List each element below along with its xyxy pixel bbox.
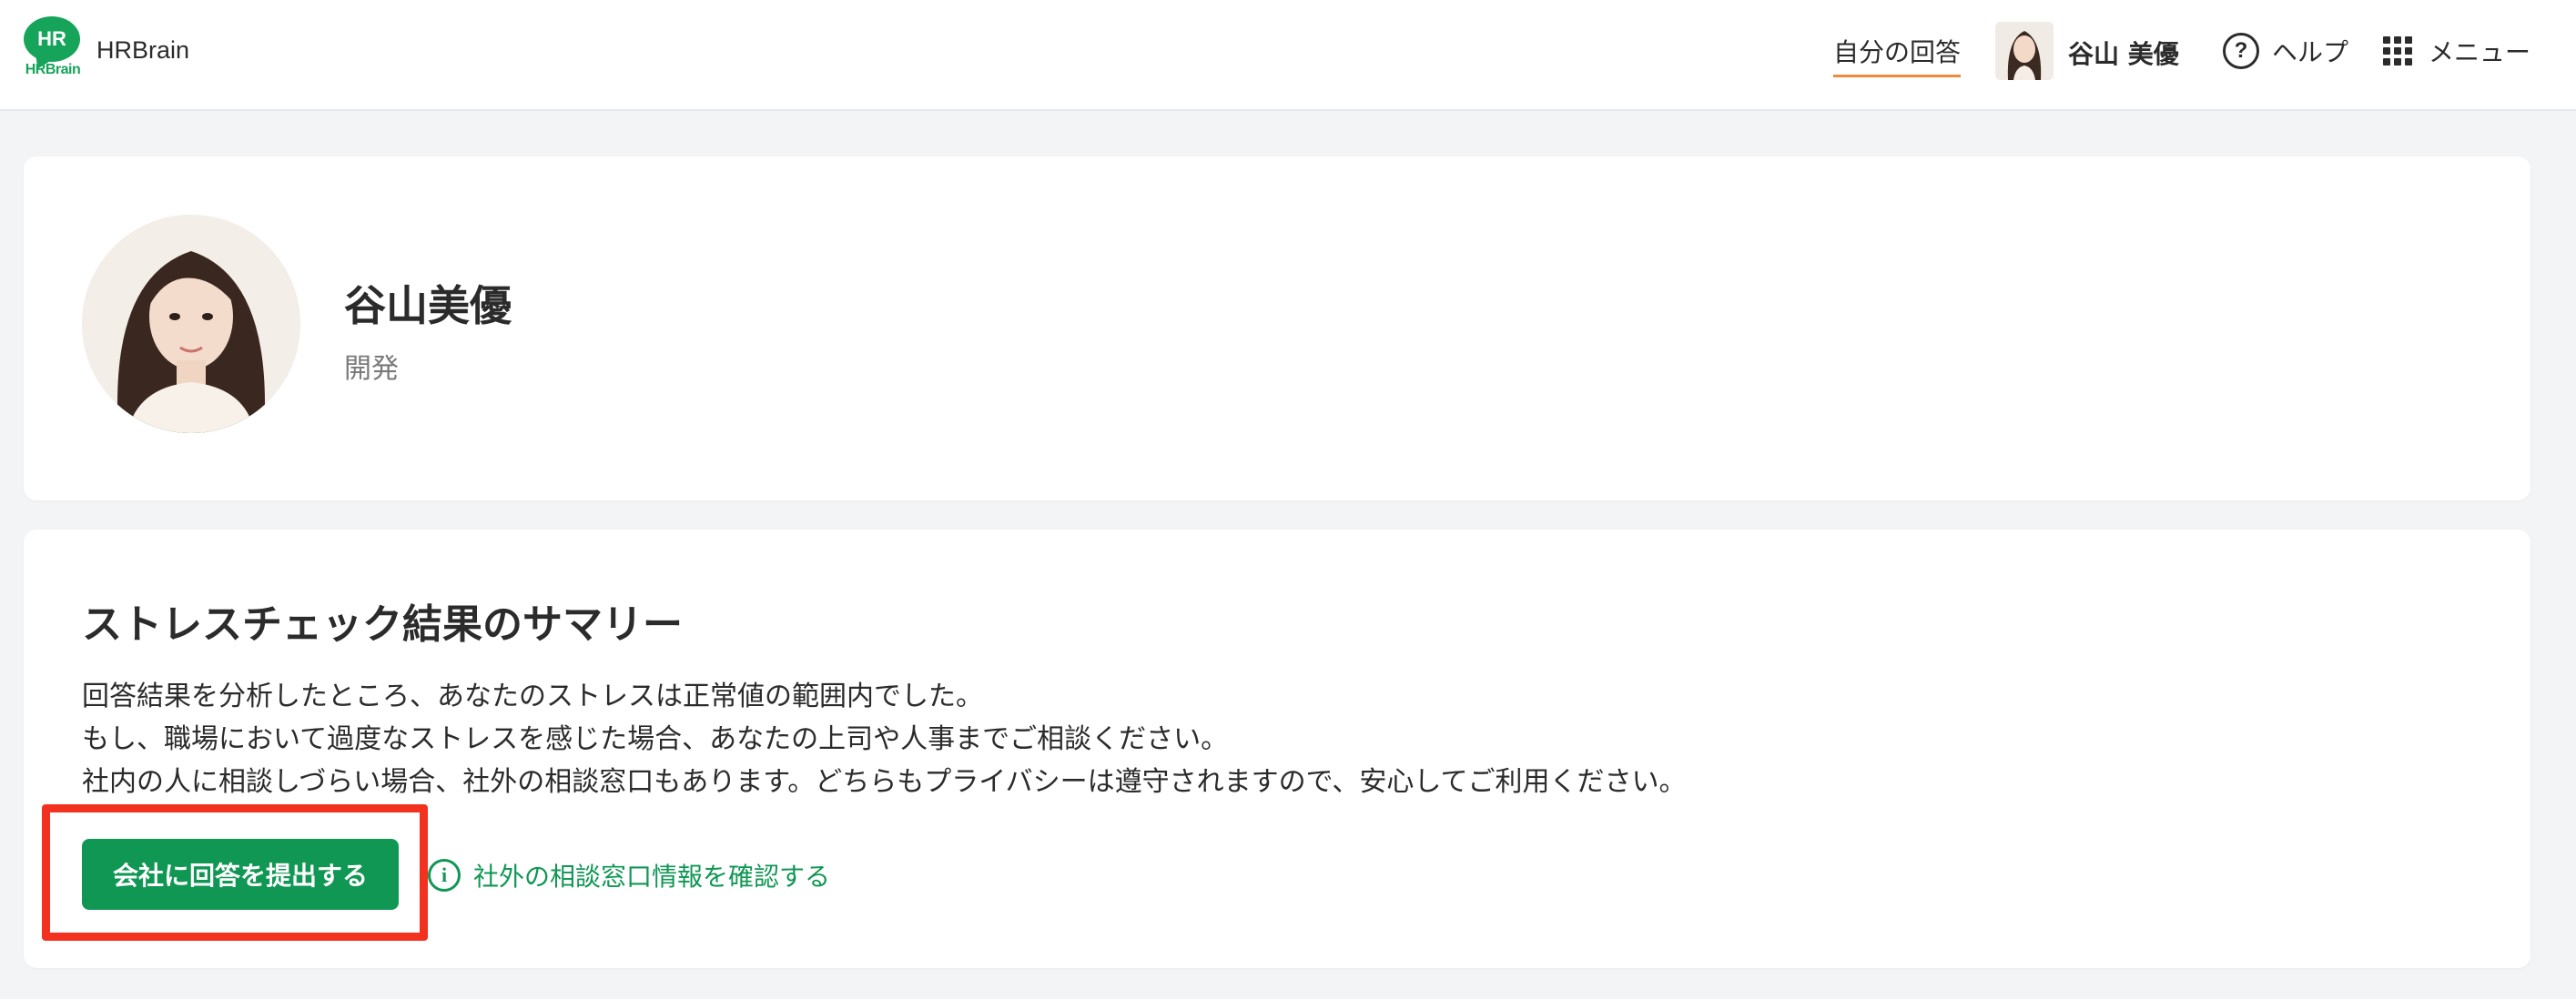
menu-button[interactable]: メニュー bbox=[2383, 31, 2530, 71]
nav-my-answers-link[interactable]: 自分の回答 bbox=[1833, 33, 1962, 77]
user-avatar[interactable] bbox=[1995, 22, 2054, 80]
summary-text: 回答結果を分析したところ、あなたのストレスは正常値の範囲内でした。 もし、職場に… bbox=[82, 675, 1687, 803]
help-button[interactable]: ? ヘルプ bbox=[2223, 31, 2348, 71]
logo-wordmark: HRBrain bbox=[25, 62, 81, 77]
external-consultation-label: 社外の相談窓口情報を確認する bbox=[473, 862, 831, 892]
profile-photo bbox=[82, 215, 300, 433]
profile-name: 谷山美優 bbox=[344, 281, 512, 330]
hrbrain-logo[interactable]: HR HRBrain bbox=[20, 16, 86, 82]
profile-card: 谷山美優 開発 bbox=[24, 156, 2530, 500]
external-consultation-link[interactable]: i 社外の相談窓口情報を確認する bbox=[428, 857, 830, 893]
menu-label: メニュー bbox=[2429, 37, 2531, 67]
help-label: ヘルプ bbox=[2272, 37, 2349, 67]
user-avatar-image bbox=[1995, 22, 2054, 80]
stress-summary-card: ストレスチェック結果のサマリー 回答結果を分析したところ、あなたのストレスは正常… bbox=[24, 530, 2530, 968]
top-header: HR HRBrain HRBrain 自分の回答 谷山 美優 ? ヘルプ メニュ… bbox=[0, 0, 2576, 111]
summary-title: ストレスチェック結果のサマリー bbox=[82, 601, 683, 648]
profile-avatar bbox=[82, 215, 300, 433]
submit-answers-button[interactable]: 会社に回答を提出する bbox=[82, 839, 399, 910]
grid-menu-icon bbox=[2383, 36, 2412, 66]
profile-department: 開発 bbox=[344, 353, 399, 385]
info-icon: i bbox=[428, 859, 461, 892]
summary-line: 社内の人に相談しづらい場合、社外の相談窓口もあります。どちらもプライバシーは遵守… bbox=[82, 766, 1687, 798]
app-name: HRBrain bbox=[96, 36, 190, 64]
summary-line: 回答結果を分析したところ、あなたのストレスは正常値の範囲内でした。 bbox=[82, 681, 983, 712]
logo-bubble-icon: HR bbox=[24, 16, 80, 62]
summary-line: もし、職場において過度なストレスを感じた場合、あなたの上司や人事までご相談くださ… bbox=[82, 723, 1229, 755]
user-name[interactable]: 谷山 美優 bbox=[2068, 35, 2179, 71]
help-icon: ? bbox=[2223, 33, 2259, 69]
